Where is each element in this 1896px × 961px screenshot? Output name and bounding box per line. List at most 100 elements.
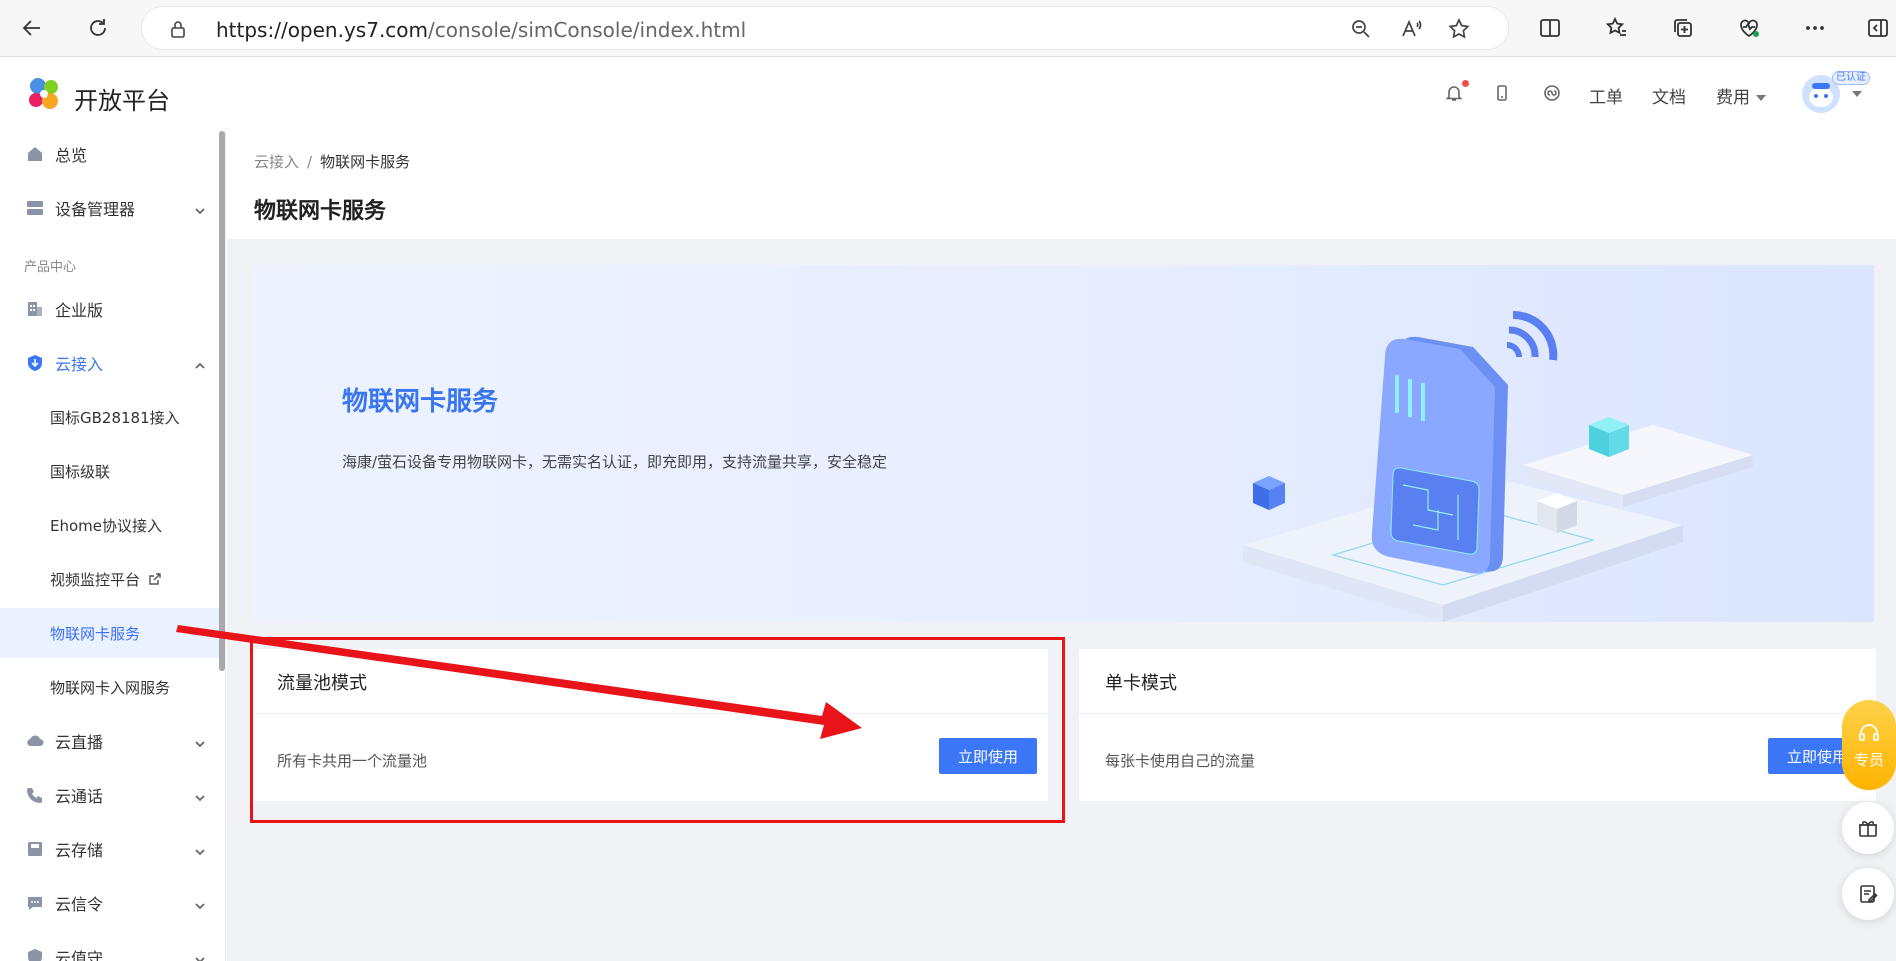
read-aloud-icon[interactable] [1399,17,1423,41]
sidebar-subitem-label: 国标GB28181接入 [50,408,180,427]
billing-label: 费用 [1716,88,1750,108]
browser-health-icon[interactable] [1735,14,1763,42]
external-link-icon [149,572,161,585]
sidebar-item-storage[interactable]: 云存储 [0,824,220,874]
sidebar-item-live[interactable]: 云直播 [0,716,220,766]
server-icon [26,199,44,217]
expert-label: 专员 [1853,750,1884,769]
sidebar-subitem-label: 物联网卡服务 [50,624,141,643]
sidebar-item-label: 云接入 [55,355,104,374]
verified-badge: 已认证 [1832,71,1870,85]
sidebar-subitem-label: 视频监控平台 [50,569,162,590]
split-screen-icon[interactable] [1536,14,1564,42]
guard-icon [26,948,44,961]
gift-icon [1859,821,1877,837]
sidebar-subitem-label: 国标级联 [50,462,111,481]
chevron-down-icon [1756,95,1766,101]
banner-title: 物联网卡服务 [342,387,499,417]
shield-icon [26,354,44,372]
ticket-link[interactable]: 工单 [1589,83,1623,108]
favorites-icon[interactable] [1603,14,1631,42]
banner-description: 海康/萤石设备专用物联网卡，无需实名认证，即充即用，支持流量共享，安全稳定 [342,453,888,471]
chevron-up-icon [194,357,206,369]
browser-toolbar: https://open.ys7.com/console/simConsole/… [0,0,1896,57]
app-header: 开放平台 工单 文档 费用 已认证 [0,57,1896,129]
page-title: 物联网卡服务 [254,199,387,224]
cloud-icon [26,732,44,750]
sidebar-subitem-gb-cascade[interactable]: 国标级联 [0,446,220,496]
section-label-product: 产品中心 [24,260,77,275]
refresh-icon[interactable] [84,14,112,42]
sidebar-item-label: 云存储 [55,841,104,860]
phone-icon [26,786,44,804]
sidebar-item-label: 云直播 [55,733,104,752]
sidebar-subitem-ehome[interactable]: Ehome协议接入 [0,500,220,550]
back-icon[interactable] [18,14,46,42]
chevron-down-icon [194,843,206,856]
chevron-down-icon [194,789,206,802]
sidebar-subitem-label: Ehome协议接入 [50,516,163,535]
lock-icon [171,21,185,38]
collections-icon[interactable] [1669,14,1697,42]
brand-name[interactable]: 开放平台 [74,81,170,116]
zoom-out-icon[interactable] [1349,17,1373,41]
sidebar-item-enterprise[interactable]: 企业版 [0,284,220,334]
sidebar-scrollbar[interactable] [219,131,225,671]
notification-dot [1462,80,1469,87]
sidebar-subitem-video-platform[interactable]: 视频监控平台 [0,554,220,604]
video-platform-label: 视频监控平台 [50,570,141,589]
breadcrumb-separator: / [307,153,313,171]
card-description: 每张卡使用自己的流量 [1105,752,1256,770]
sidebar-item-cloud-access[interactable]: 云接入 [0,338,220,388]
billing-menu[interactable]: 费用 [1716,83,1766,108]
mini-program-icon[interactable] [1542,83,1562,103]
service-banner: 物联网卡服务 海康/萤石设备专用物联网卡，无需实名认证，即充即用，支持流量共享，… [253,265,1874,622]
sidebar-subitem-gb28181[interactable]: 国标GB28181接入 [0,392,220,442]
sidebar-subitem-label: 物联网卡入网服务 [50,678,171,697]
favorite-star-icon[interactable] [1447,17,1471,41]
sidebar-item-overview[interactable]: 总览 [0,129,220,179]
breadcrumb: 云接入 / 物联网卡服务 [254,151,410,172]
single-mode-card: 单卡模式 每张卡使用自己的流量 立即使用 [1079,649,1876,801]
sidebar: 总览 设备管理器 产品中心 企业版 云接入 国标GB28181接入 国标级联 E… [0,129,226,961]
expert-support-button[interactable]: 专员 [1842,700,1896,790]
main-content: 云接入 / 物联网卡服务 物联网卡服务 物联网卡服务 海康/萤石设备专用物联网卡，无… [227,129,1896,961]
feedback-button[interactable] [1842,868,1894,920]
headset-icon [1859,723,1879,741]
docs-link[interactable]: 文档 [1652,83,1686,108]
building-icon [26,300,44,318]
notification-bell-icon[interactable] [1444,83,1464,103]
sidebar-item-signal[interactable]: 云信令 [0,878,220,928]
sim-card-illustration-icon [1243,310,1753,622]
avatar-chevron-down-icon[interactable] [1852,91,1862,97]
sidebar-item-label: 设备管理器 [55,200,136,219]
sidebar-item-label: 云值守 [55,949,104,961]
breadcrumb-current: 物联网卡服务 [320,153,411,171]
chevron-down-icon [194,951,206,961]
sidebar-item-label: 云通话 [55,787,104,806]
feedback-edit-icon [1860,885,1878,903]
sidebar-toggle-icon[interactable] [1864,14,1892,42]
ezviz-logo-icon[interactable] [24,74,64,114]
sidebar-item-label: 企业版 [55,301,104,320]
breadcrumb-parent[interactable]: 云接入 [254,153,299,171]
sidebar-item-device-mgmt[interactable]: 设备管理器 [0,183,220,233]
url-text: https://open.ys7.com/console/simConsole/… [216,18,747,42]
sidebar-item-label: 总览 [55,146,88,165]
page-header: 云接入 / 物联网卡服务 物联网卡服务 [227,129,1896,239]
sidebar-item-call[interactable]: 云通话 [0,770,220,820]
more-menu-icon[interactable] [1801,14,1829,42]
storage-icon [26,840,44,858]
card-title: 单卡模式 [1105,673,1177,694]
mobile-icon[interactable] [1492,83,1512,103]
address-bar[interactable]: https://open.ys7.com/console/simConsole/… [141,6,1509,50]
gift-button[interactable] [1842,802,1894,854]
sidebar-subitem-iot-card[interactable]: 物联网卡服务 [0,608,220,658]
chevron-down-icon [194,202,206,215]
chevron-down-icon [194,897,206,910]
sidebar-item-guard[interactable]: 云值守 [0,932,220,961]
sidebar-subitem-iot-card-net[interactable]: 物联网卡入网服务 [0,662,220,712]
card-divider [1079,713,1876,714]
annotation-highlight-box [250,637,1065,823]
chevron-down-icon [194,735,206,748]
